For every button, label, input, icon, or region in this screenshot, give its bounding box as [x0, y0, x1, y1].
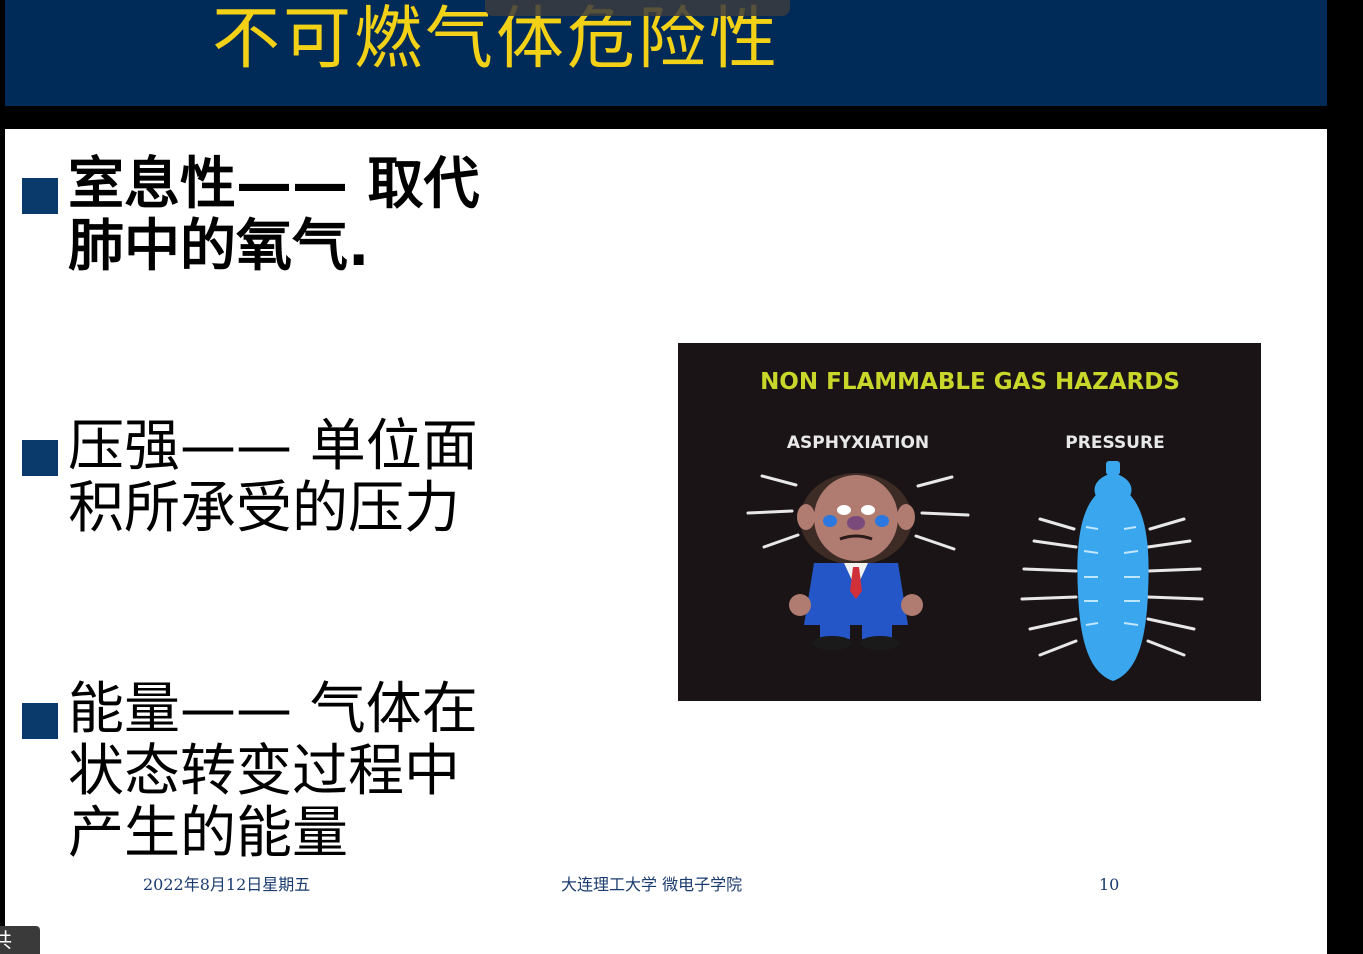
floating-toolbar[interactable] [485, 0, 790, 16]
bullet-text: 压强—— 单位面积所承受的压力 [68, 414, 478, 541]
bullet-text: 室息性—— 取代肺中的氧气. [68, 152, 480, 279]
bullet-text: 能量—— 气体在状态转变过程中产生的能量 [68, 677, 478, 866]
square-bullet-icon [22, 703, 58, 739]
slide-body: 室息性—— 取代肺中的氧气. 压强—— 单位面积所承受的压力 能量—— 气体在状… [5, 129, 1327, 954]
footer-date: 2022年8月12日星期五 [143, 875, 311, 894]
square-bullet-icon [22, 178, 58, 214]
share-label: 共享 [0, 928, 12, 952]
square-bullet-icon [22, 440, 58, 476]
illus-left-label: ASPHYXIATION [787, 433, 929, 453]
share-button[interactable]: 共享 [0, 926, 40, 954]
hazard-illustration: NON FLAMMABLE GAS HAZARDS ASPHYXIATION P… [678, 343, 1261, 701]
footer-page-number: 10 [1099, 875, 1120, 894]
footer-organization: 大连理工大学 微电子学院 [561, 875, 743, 894]
illus-right-label: PRESSURE [1065, 433, 1164, 453]
illus-heading: NON FLAMMABLE GAS HAZARDS [760, 369, 1180, 395]
